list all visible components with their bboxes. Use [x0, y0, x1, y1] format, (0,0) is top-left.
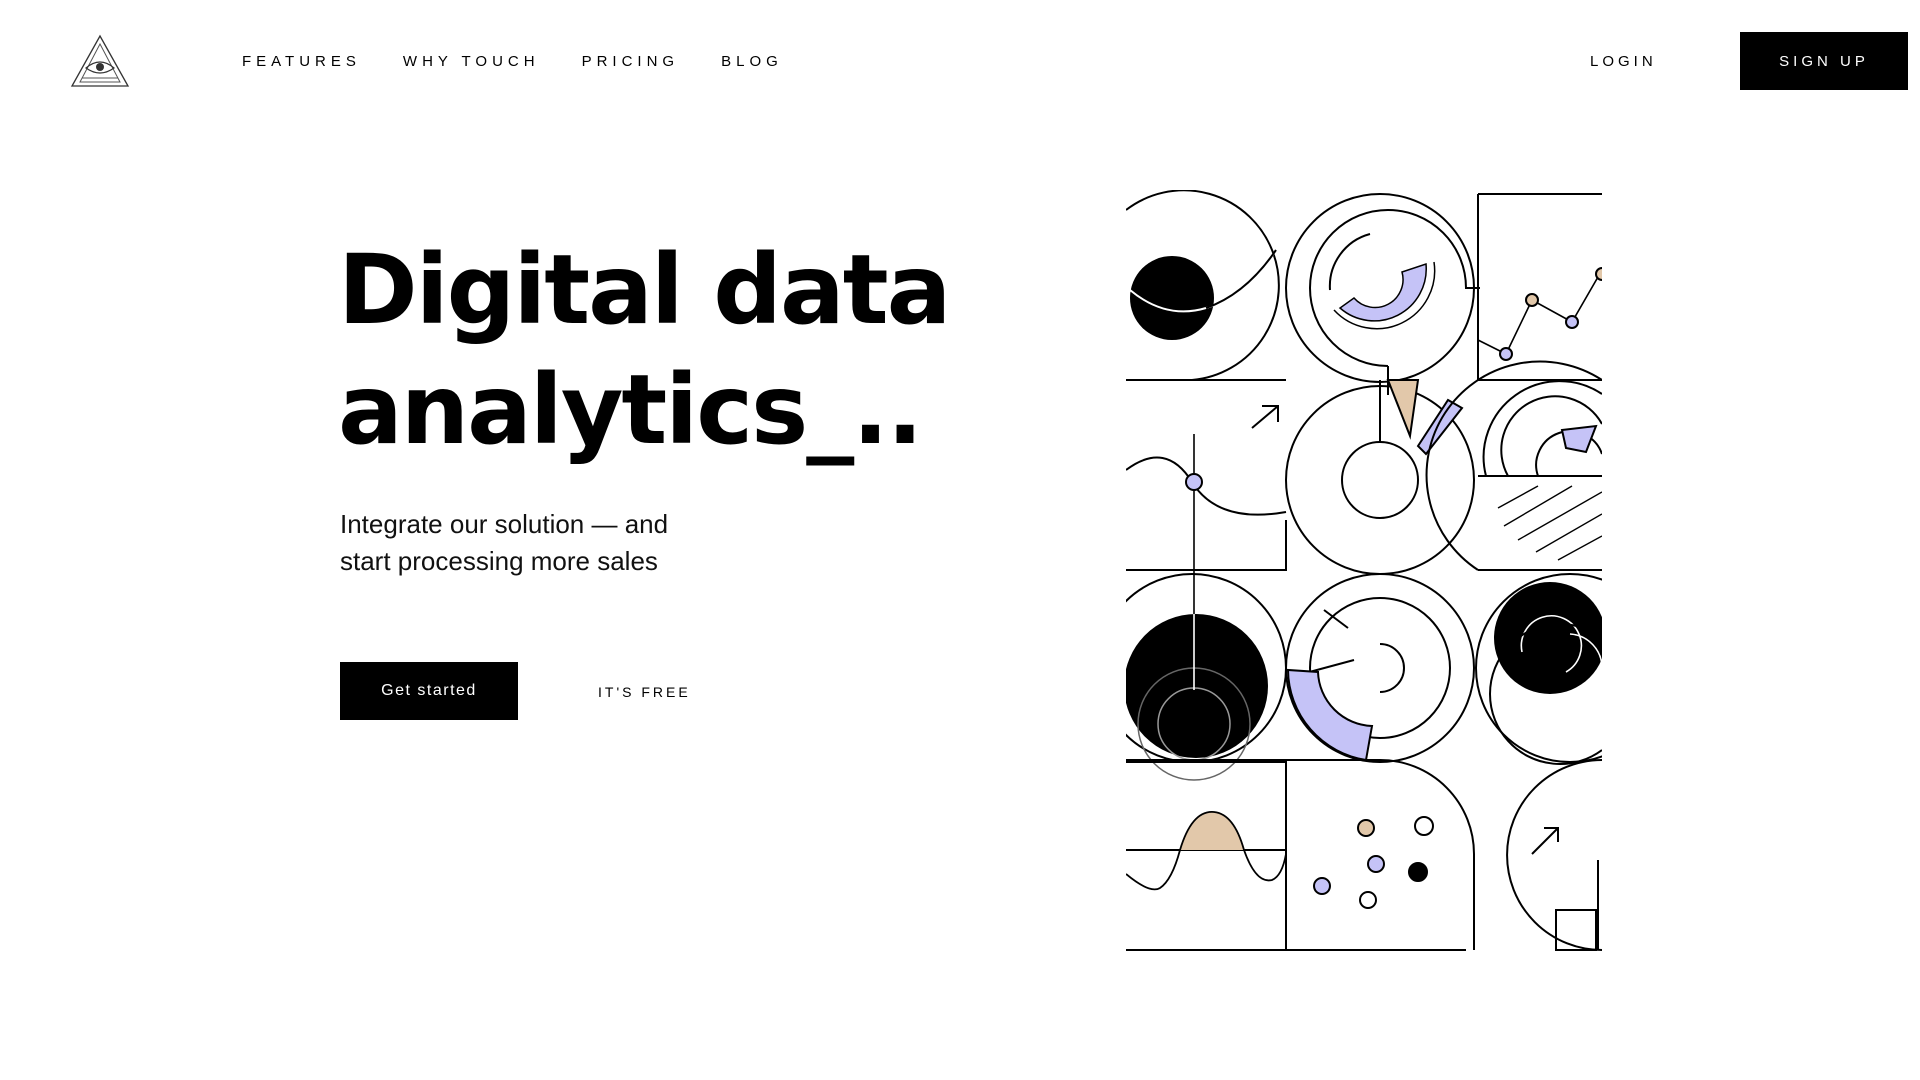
- its-free-link[interactable]: IT'S FREE: [598, 682, 691, 702]
- hero-subtitle-line-1: Integrate our solution — and: [340, 509, 669, 539]
- eye-triangle-logo-icon[interactable]: [68, 34, 132, 88]
- signup-button[interactable]: SIGN UP: [1740, 32, 1908, 90]
- spiral-ring-icon: [1285, 573, 1475, 763]
- analytics-illustration: [1126, 190, 1602, 952]
- nav-item-why-touch[interactable]: WHY TOUCH: [403, 52, 540, 72]
- area-wave-icon: [1126, 759, 1466, 951]
- hero-title-line-1: Digital data: [338, 234, 951, 346]
- nav-item-pricing[interactable]: PRICING: [582, 52, 680, 72]
- nav-item-features[interactable]: FEATURES: [242, 52, 361, 72]
- dark-orbit-icon: [1475, 573, 1602, 765]
- pie-circle-icon: [1126, 190, 1280, 381]
- filled-target-icon: [1126, 573, 1287, 781]
- hero-subtitle: Integrate our solution — and start proce…: [340, 506, 760, 580]
- line-chart-icon: [1477, 193, 1602, 381]
- login-link[interactable]: LOGIN: [1590, 52, 1657, 72]
- hero-title: Digital data analytics_..: [338, 230, 951, 470]
- get-started-button[interactable]: Get started: [340, 662, 518, 720]
- scatter-plot-icon: [1286, 759, 1475, 950]
- arrow-dial-icon: [1506, 759, 1602, 951]
- main-nav: FEATURES WHY TOUCH PRICING BLOG: [242, 52, 825, 72]
- hero-subtitle-line-2: start processing more sales: [340, 546, 658, 576]
- radial-chart-icon: [1285, 379, 1475, 575]
- ring-chart-icon: [1285, 193, 1480, 395]
- hero-title-line-2: analytics_..: [338, 354, 923, 466]
- nav-item-blog[interactable]: BLOG: [721, 52, 783, 72]
